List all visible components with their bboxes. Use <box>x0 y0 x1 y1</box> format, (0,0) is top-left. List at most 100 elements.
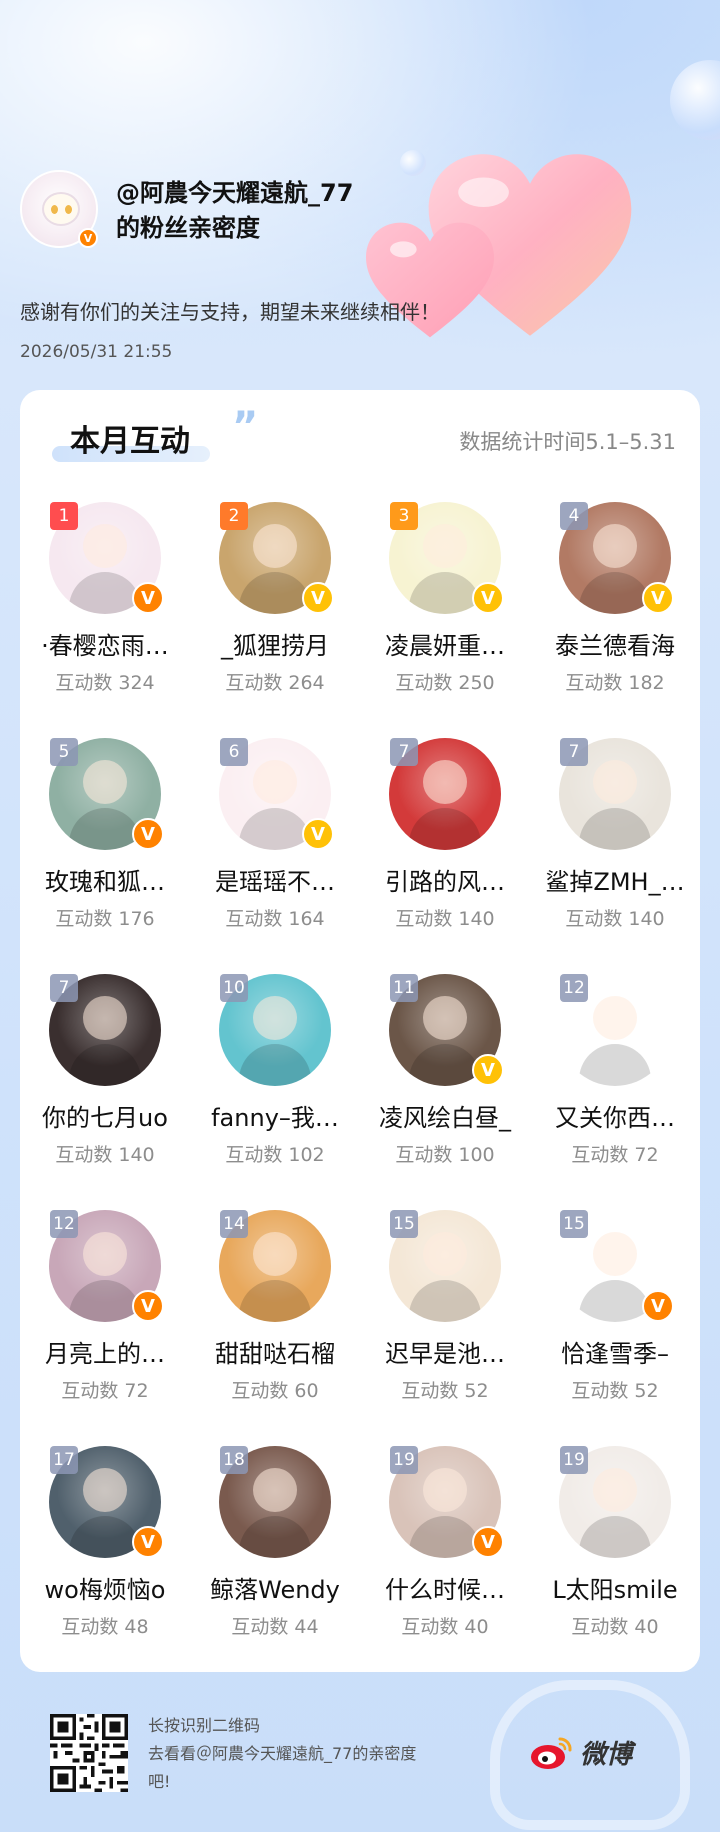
fan-name[interactable]: 什么时候… <box>364 1570 526 1605</box>
avatar-eye <box>65 205 72 214</box>
fan-name[interactable]: 甜甜哒石榴 <box>194 1334 356 1369</box>
fan-item[interactable]: 7 引路的风… 互动数 140 <box>360 738 530 974</box>
stat-period: 数据统计时间5.1–5.31 <box>459 430 676 454</box>
avatar-figure <box>579 1044 651 1086</box>
fan-name[interactable]: 又关你西… <box>534 1098 696 1133</box>
interaction-count: 互动数 72 <box>571 1144 659 1166</box>
interaction-count: 互动数 100 <box>395 1144 495 1166</box>
avatar-figure <box>69 1280 141 1322</box>
rank-badge: 3 <box>390 502 418 530</box>
fan-name[interactable]: fanny–我… <box>194 1098 356 1133</box>
fan-item[interactable]: 17 Vwo梅烦恼o 互动数 48 <box>20 1446 190 1682</box>
weibo-brand: 微博 <box>580 1740 633 1770</box>
rank-badge: 12 <box>560 974 588 1002</box>
verified-badge-icon: V <box>642 1290 674 1322</box>
fan-item[interactable]: 18 鲸落Wendy 互动数 44 <box>190 1446 360 1682</box>
qr-code-icon <box>50 1714 128 1792</box>
avatar-figure <box>69 1516 141 1558</box>
rank-badge: 10 <box>220 974 248 1002</box>
fan-item[interactable]: 12 V 月亮上的… 互动数 72 <box>20 1210 190 1446</box>
verified-badge-icon: V <box>132 582 164 614</box>
avatar-eye <box>51 205 58 214</box>
fan-item[interactable]: 15 迟早是池… 互动数 52 <box>360 1210 530 1446</box>
fan-name[interactable]: _狐狸捞月 <box>194 626 356 661</box>
rank-badge: 19 <box>560 1446 588 1474</box>
rank-badge: 7 <box>560 738 588 766</box>
avatar-figure <box>83 760 127 804</box>
rank-badge: 19 <box>390 1446 418 1474</box>
fan-name[interactable]: 泰兰德看海 <box>534 626 696 661</box>
fan-name[interactable]: 鲨掉ZMH_… <box>534 862 696 897</box>
verified-badge-icon: V <box>132 1526 164 1558</box>
owner-title: @阿農今天耀遠航_77 的粉丝亲密度 <box>116 176 416 246</box>
avatar-figure <box>253 524 297 568</box>
avatar-figure <box>253 996 297 1040</box>
avatar-figure <box>239 1044 311 1086</box>
fan-name[interactable]: 鲸落Wendy <box>194 1570 356 1605</box>
verified-badge-icon: V <box>132 1290 164 1322</box>
fan-item[interactable]: 1 V ·春樱恋雨… 互动数 324 <box>20 502 190 738</box>
rank-badge: 14 <box>220 1210 248 1238</box>
fan-item[interactable]: 19 L太阳smile 互动数 40 <box>530 1446 700 1682</box>
interaction-count: 互动数 140 <box>395 908 495 930</box>
fan-name[interactable]: 凌风绘白昼_ <box>364 1098 526 1133</box>
avatar-figure <box>69 1044 141 1086</box>
rank-badge: 4 <box>560 502 588 530</box>
avatar-figure <box>83 1468 127 1512</box>
avatar-figure <box>593 1468 637 1512</box>
footer: 长按识别二维码 去看看＠阿農今天耀遠航_77的亲密度吧! 微博 <box>0 1680 720 1832</box>
verified-badge-icon: V <box>132 818 164 850</box>
fan-item[interactable]: 7 鲨掉ZMH_… 互动数 140 <box>530 738 700 974</box>
fan-name[interactable]: 是瑶瑶不… <box>194 862 356 897</box>
avatar-figure <box>579 808 651 850</box>
interaction-card: 本月互动 ” 数据统计时间5.1–5.31 1 V ·春樱恋雨… 互动数 324 2 V _… <box>20 390 700 1672</box>
fan-item[interactable]: 12 又关你西… 互动数 72 <box>530 974 700 1210</box>
avatar-figure <box>593 760 637 804</box>
qr-code[interactable] <box>50 1714 128 1792</box>
verified-badge-icon: V <box>642 582 674 614</box>
footer-text: 长按识别二维码 去看看＠阿農今天耀遠航_77的亲密度吧! <box>148 1712 438 1796</box>
avatar-figure <box>593 524 637 568</box>
fan-name[interactable]: L太阳smile <box>534 1570 696 1605</box>
fan-name[interactable]: 玫瑰和狐… <box>24 862 186 897</box>
interaction-count: 互动数 44 <box>231 1616 319 1638</box>
rank-badge: 1 <box>50 502 78 530</box>
fan-name[interactable]: wo梅烦恼o <box>24 1570 186 1605</box>
fan-item[interactable]: 5 V 玫瑰和狐… 互动数 176 <box>20 738 190 974</box>
fan-name[interactable]: 恰逢雪季– <box>534 1334 696 1369</box>
fan-name[interactable]: 凌晨妍重… <box>364 626 526 661</box>
fan-item[interactable]: 10 fanny–我… 互动数 102 <box>190 974 360 1210</box>
avatar-figure <box>409 808 481 850</box>
fan-item[interactable]: 14 甜甜哒石榴 互动数 60 <box>190 1210 360 1446</box>
verified-badge-icon: V <box>302 818 334 850</box>
fan-item[interactable]: 4 V 泰兰德看海互动数 182 <box>530 502 700 738</box>
interaction-count: 互动数 72 <box>61 1380 149 1402</box>
owner-avatar[interactable]: V <box>20 170 98 248</box>
fan-item[interactable]: 15 V 恰逢雪季– 互动数 52 <box>530 1210 700 1446</box>
avatar-figure <box>239 1280 311 1322</box>
fan-item[interactable]: 3 V 凌晨妍重… 互动数 250 <box>360 502 530 738</box>
fan-item[interactable]: 6 V 是瑶瑶不… 互动数 164 <box>190 738 360 974</box>
fan-name[interactable]: 引路的风… <box>364 862 526 897</box>
avatar-figure <box>593 1232 637 1276</box>
interaction-count: 互动数 324 <box>55 672 155 694</box>
footer-line1: 长按识别二维码 <box>148 1716 261 1735</box>
fan-item[interactable]: 7 你的七月uo 互动数 140 <box>20 974 190 1210</box>
avatar-figure <box>579 1280 651 1322</box>
owner-name[interactable]: @阿農今天耀遠航_77 <box>116 176 416 211</box>
avatar-figure <box>423 1468 467 1512</box>
verified-badge-icon: V <box>472 1526 504 1558</box>
fan-name[interactable]: ·春樱恋雨… <box>24 626 186 661</box>
fan-name[interactable]: 你的七月uo <box>24 1098 186 1133</box>
interaction-count: 互动数 52 <box>401 1380 489 1402</box>
fan-item[interactable]: 11 V 凌风绘白昼_ 互动数 100 <box>360 974 530 1210</box>
interaction-count: 互动数 182 <box>565 672 665 694</box>
fan-name[interactable]: 月亮上的… <box>24 1334 186 1369</box>
avatar-figure <box>83 1232 127 1276</box>
avatar-figure <box>239 572 311 614</box>
interaction-count: 互动数 264 <box>225 672 325 694</box>
fan-name[interactable]: 迟早是池… <box>364 1334 526 1369</box>
fan-item[interactable]: 2 V _狐狸捞月 互动数 264 <box>190 502 360 738</box>
fan-item[interactable]: 19 V 什么时候… 互动数 40 <box>360 1446 530 1682</box>
hearts-decoration <box>360 140 680 370</box>
